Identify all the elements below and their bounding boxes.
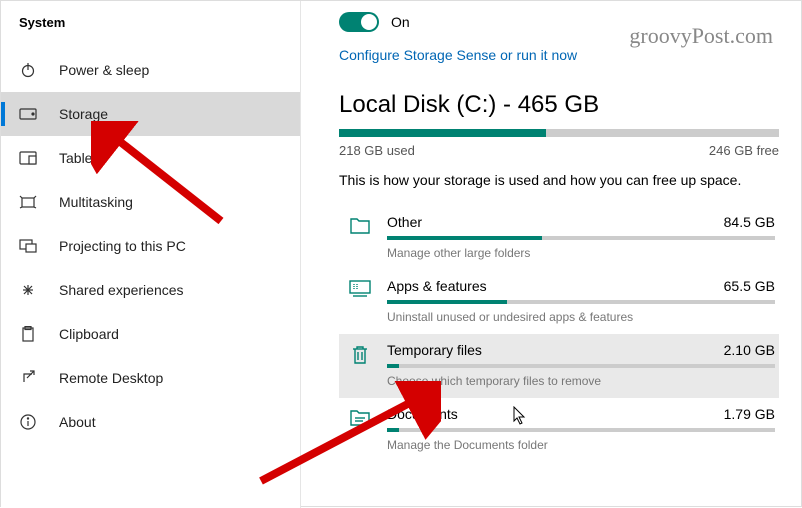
clipboard-icon — [19, 325, 37, 343]
about-icon — [19, 413, 37, 431]
sidebar-item-label: Power & sleep — [59, 62, 149, 78]
tablet-icon — [19, 149, 37, 167]
category-name: Documents — [387, 406, 458, 422]
disk-free-label: 246 GB free — [709, 143, 779, 158]
category-sub: Manage other large folders — [387, 246, 775, 260]
power-icon — [19, 61, 37, 79]
shared-icon — [19, 281, 37, 299]
category-apps-features[interactable]: Apps & features 65.5 GB Uninstall unused … — [339, 270, 779, 334]
sidebar-item-power-sleep[interactable]: Power & sleep — [1, 48, 300, 92]
sidebar-item-label: Shared experiences — [59, 282, 184, 298]
category-name: Apps & features — [387, 278, 487, 294]
storage-icon — [19, 105, 37, 123]
category-sub: Uninstall unused or undesired apps & fea… — [387, 310, 775, 324]
sidebar-item-label: Clipboard — [59, 326, 119, 342]
sidebar-item-remote-desktop[interactable]: Remote Desktop — [1, 356, 300, 400]
toggle-label: On — [391, 14, 410, 30]
storage-description: This is how your storage is used and how… — [339, 172, 779, 188]
category-size: 1.79 GB — [724, 406, 775, 422]
sidebar-item-label: Multitasking — [59, 194, 133, 210]
main-panel: On Configure Storage Sense or run it now… — [301, 1, 801, 508]
sidebar-item-label: Projecting to this PC — [59, 238, 186, 254]
category-sub: Manage the Documents folder — [387, 438, 775, 452]
sidebar-item-label: Tablet — [59, 150, 96, 166]
documents-icon — [343, 406, 377, 452]
disk-title: Local Disk (C:) - 465 GB — [339, 91, 779, 119]
sidebar-item-label: About — [59, 414, 96, 430]
sidebar-item-storage[interactable]: Storage — [1, 92, 300, 136]
disk-usage-captions: 218 GB used 246 GB free — [339, 143, 779, 158]
configure-storage-sense-link[interactable]: Configure Storage Sense or run it now — [339, 47, 779, 63]
sidebar-item-shared-experiences[interactable]: Shared experiences — [1, 268, 300, 312]
sidebar: System Power & sleep Storage Tablet Mult… — [1, 1, 301, 508]
sidebar-item-clipboard[interactable]: Clipboard — [1, 312, 300, 356]
category-name: Other — [387, 214, 422, 230]
category-temporary-files[interactable]: Temporary files 2.10 GB Choose which temp… — [339, 334, 779, 398]
multitasking-icon — [19, 193, 37, 211]
disk-usage-bar — [339, 129, 779, 137]
sidebar-title: System — [1, 15, 300, 48]
category-name: Temporary files — [387, 342, 482, 358]
folder-icon — [343, 214, 377, 260]
category-size: 84.5 GB — [724, 214, 775, 230]
category-other[interactable]: Other 84.5 GB Manage other large folders — [339, 206, 779, 270]
sidebar-item-projecting[interactable]: Projecting to this PC — [1, 224, 300, 268]
sidebar-item-label: Storage — [59, 106, 108, 122]
category-size: 2.10 GB — [724, 342, 775, 358]
sidebar-item-label: Remote Desktop — [59, 370, 163, 386]
category-documents[interactable]: Documents 1.79 GB Manage the Documents fo… — [339, 398, 779, 462]
apps-icon — [343, 278, 377, 324]
category-sub: Choose which temporary files to remove — [387, 374, 775, 388]
disk-used-label: 218 GB used — [339, 143, 415, 158]
trash-icon — [343, 342, 377, 388]
sidebar-item-about[interactable]: About — [1, 400, 300, 444]
sidebar-item-multitasking[interactable]: Multitasking — [1, 180, 300, 224]
projecting-icon — [19, 237, 37, 255]
watermark: groovyPost.com — [629, 23, 773, 49]
category-size: 65.5 GB — [724, 278, 775, 294]
remote-desktop-icon — [19, 369, 37, 387]
sidebar-item-tablet[interactable]: Tablet — [1, 136, 300, 180]
storage-sense-toggle[interactable] — [339, 12, 379, 32]
